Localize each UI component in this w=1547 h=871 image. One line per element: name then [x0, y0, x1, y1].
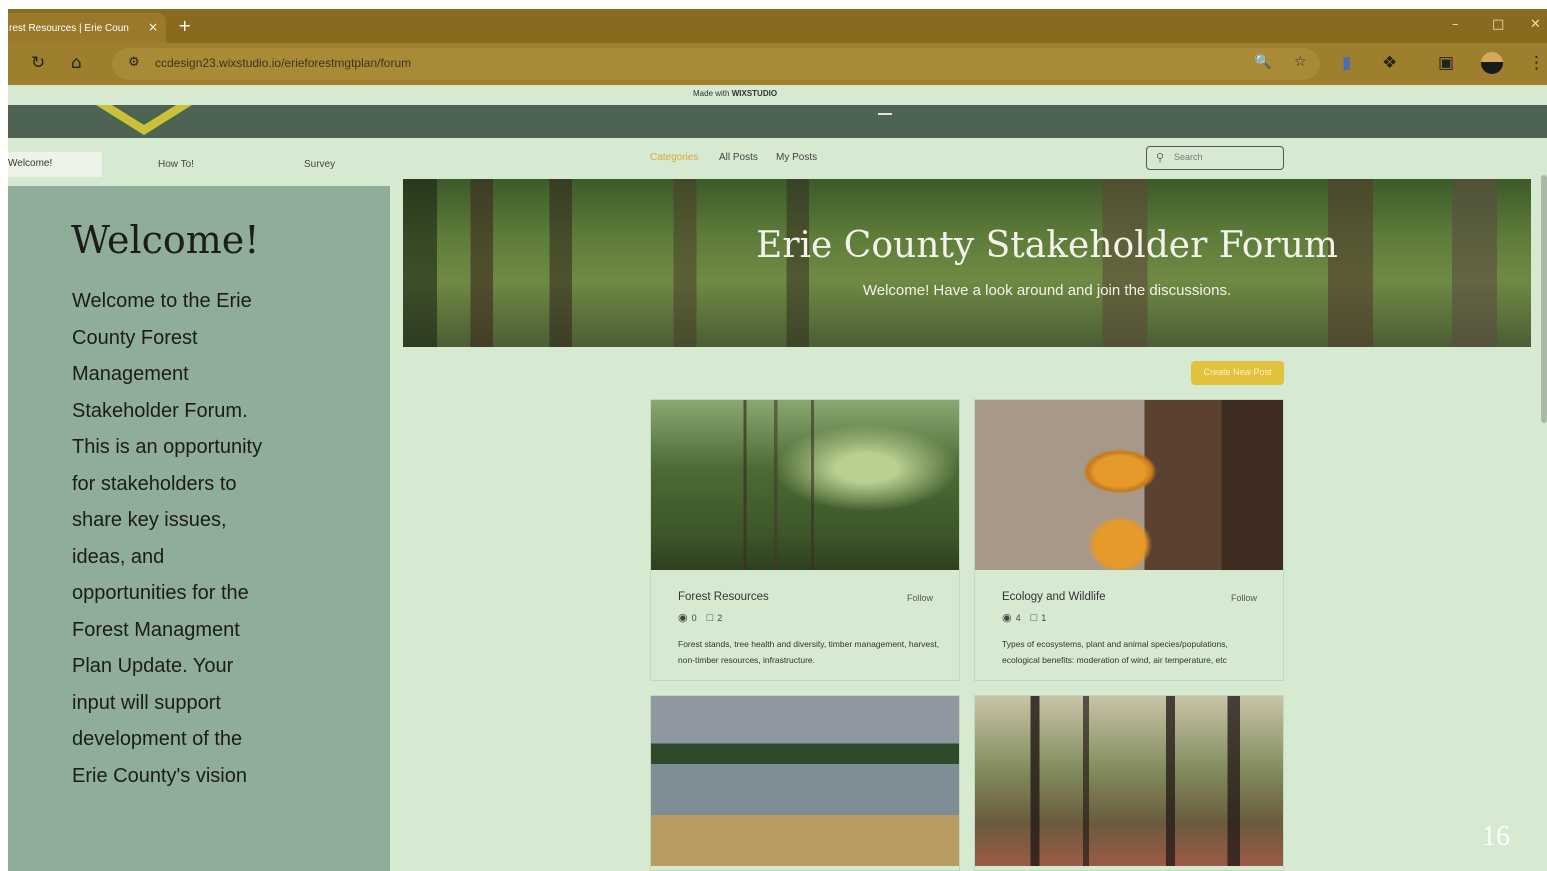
new-tab-icon[interactable]: +	[178, 16, 191, 35]
nav-item-how-to[interactable]: How To!	[158, 159, 194, 170]
create-post-button[interactable]: Create New Post	[1191, 361, 1284, 385]
search-icon: ⚲	[1156, 151, 1165, 164]
puzzle-icon[interactable]: ❖	[1382, 53, 1397, 73]
comments-icon: □	[1030, 611, 1038, 624]
category-image[interactable]	[975, 400, 1283, 570]
tab-categories[interactable]: Categories	[650, 152, 698, 163]
home-icon[interactable]: ⌂	[71, 53, 82, 73]
category-card-trail[interactable]	[974, 695, 1284, 871]
extension-icon[interactable]: ▮	[1342, 53, 1351, 73]
star-icon[interactable]: ☆	[1294, 54, 1307, 70]
category-card-ecology-wildlife[interactable]: Ecology and Wildlife Follow ◉ 4 □ 1 Type…	[974, 399, 1284, 681]
category-image[interactable]	[651, 696, 959, 866]
category-card-waterbody[interactable]	[650, 695, 960, 871]
site-header	[8, 105, 1547, 138]
wix-made-with[interactable]: Made with WIXSTUDIO	[693, 89, 777, 98]
views-icon: ◉	[1002, 612, 1012, 624]
views-icon: ◉	[678, 612, 688, 624]
restore-icon[interactable]: □	[1492, 17, 1504, 32]
category-stats: ◉ 0 □ 2	[678, 611, 723, 625]
site-info-icon[interactable]: ⚙	[128, 55, 140, 70]
made-with-label: Made with	[693, 89, 730, 98]
category-title[interactable]: Ecology and Wildlife	[1002, 591, 1106, 603]
tab-all-posts[interactable]: All Posts	[719, 152, 758, 163]
forum-subtitle: Welcome! Have a look around and join the…	[862, 282, 1232, 299]
browser-tab[interactable]: rest Resources | Erie Coun ×	[8, 13, 166, 43]
category-title[interactable]: Forest Resources	[678, 591, 769, 603]
category-image[interactable]	[975, 696, 1283, 866]
category-image[interactable]	[651, 400, 959, 570]
category-stats: ◉ 4 □ 1	[1002, 611, 1047, 625]
profile-avatar[interactable]	[1481, 52, 1503, 74]
forum-hero-banner: Erie County Stakeholder Forum Welcome! H…	[403, 179, 1531, 347]
slide-number: 16	[1482, 821, 1510, 852]
tab-bar: rest Resources | Erie Coun × + – □ ✕	[8, 9, 1547, 43]
nav-item-survey[interactable]: Survey	[304, 159, 335, 170]
logo-shield-inner	[112, 105, 176, 125]
tab-my-posts[interactable]: My Posts	[776, 152, 817, 163]
search-placeholder: Search	[1174, 152, 1203, 162]
page-scrollbar[interactable]	[1541, 175, 1547, 423]
views-count: 4	[1015, 612, 1021, 623]
tab-close-icon[interactable]: ×	[148, 20, 158, 34]
url-text[interactable]: ccdesign23.wixstudio.io/erieforestmgtpla…	[155, 56, 411, 70]
wix-brand: WIXSTUDIO	[731, 89, 778, 98]
close-window-icon[interactable]: ✕	[1530, 17, 1541, 32]
comments-icon: □	[706, 611, 714, 624]
follow-button[interactable]: Follow	[907, 593, 933, 603]
browser-window: rest Resources | Erie Coun × + – □ ✕ ↻ ⌂…	[8, 9, 1547, 871]
minimize-icon[interactable]: –	[1452, 17, 1459, 32]
views-count: 0	[691, 612, 697, 623]
comments-count: 2	[717, 612, 723, 623]
wix-banner: Made with WIXSTUDIO	[8, 85, 1547, 105]
comments-count: 1	[1041, 612, 1047, 623]
welcome-text: Welcome to the Erie County Forest Manage…	[72, 290, 263, 787]
zoom-icon[interactable]: 🔍	[1254, 54, 1271, 70]
category-description: Types of ecosystems, plant and animal sp…	[1002, 639, 1228, 665]
search-input[interactable]: ⚲ Search	[1146, 146, 1284, 170]
category-description: Forest stands, tree health and diversity…	[678, 639, 940, 665]
browser-toolbar: ↻ ⌂ ⚙ ccdesign23.wixstudio.io/erieforest…	[8, 43, 1547, 85]
nav-item-welcome[interactable]: Welcome!	[8, 152, 102, 177]
follow-button[interactable]: Follow	[1231, 593, 1257, 603]
header-title-fragment	[878, 105, 892, 115]
tab-title: rest Resources | Erie Coun	[9, 22, 129, 34]
sidepanel-icon[interactable]: ▣	[1438, 53, 1454, 73]
reload-icon[interactable]: ↻	[31, 53, 45, 73]
welcome-title: Welcome!	[71, 218, 260, 262]
menu-icon[interactable]: ⋮	[1528, 53, 1545, 73]
forum-title: Erie County Stakeholder Forum	[756, 225, 1338, 266]
welcome-panel: Welcome! Welcome to the Erie County Fore…	[8, 186, 390, 871]
address-bar[interactable]: ⚙ ccdesign23.wixstudio.io/erieforestmgtp…	[112, 48, 1320, 80]
category-card-forest-resources[interactable]: Forest Resources Follow ◉ 0 □ 2 Forest s…	[650, 399, 960, 681]
